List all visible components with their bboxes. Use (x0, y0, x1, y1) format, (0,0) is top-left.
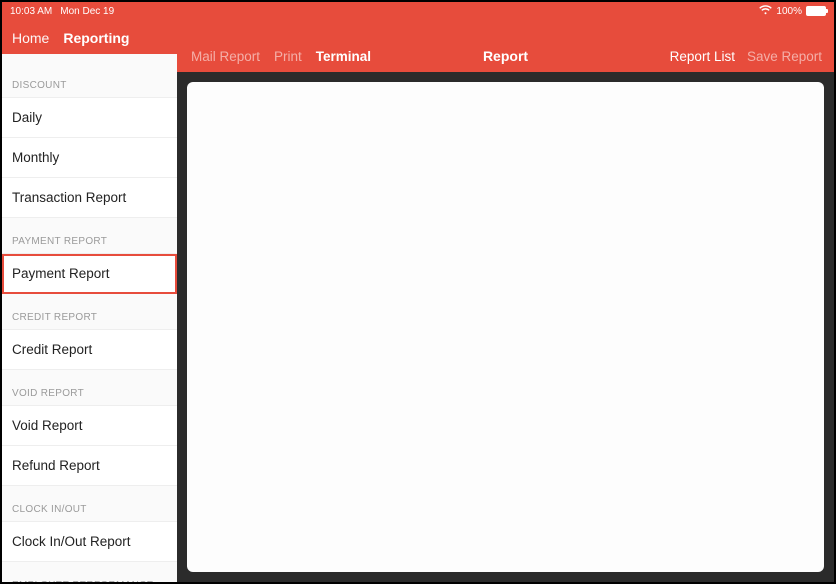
status-time: 10:03 AM (10, 6, 52, 17)
content-area (177, 72, 834, 582)
status-bar: 10:03 AM Mon Dec 19 (2, 2, 177, 20)
status-right: 100% (177, 2, 834, 20)
sidebar-item-clock-in-out-report[interactable]: Clock In/Out Report (2, 522, 177, 562)
section-header-discount: DISCOUNT (2, 54, 177, 98)
report-canvas (187, 82, 824, 572)
section-header-credit-report: CREDIT REPORT (2, 294, 177, 330)
device-frame: 10:03 AM Mon Dec 19 Home Reporting DISCO… (0, 0, 836, 584)
mail-report-button[interactable]: Mail Report (191, 49, 260, 64)
topbar-left: Mail Report Print Terminal (177, 49, 371, 64)
sidebar-item-credit-report[interactable]: Credit Report (2, 330, 177, 370)
main-area: 100% Mail Report Print Terminal Report R… (177, 2, 834, 582)
sidebar-item-refund-report[interactable]: Refund Report (2, 446, 177, 486)
nav-home[interactable]: Home (12, 30, 49, 46)
status-date: Mon Dec 19 (60, 6, 114, 17)
topbar-right: Report List Save Report (670, 49, 834, 64)
sidebar-item-payment-report[interactable]: Payment Report (2, 254, 177, 294)
section-header-clock-in-out: CLOCK IN/OUT (2, 486, 177, 522)
status-left: 10:03 AM Mon Dec 19 (2, 2, 177, 20)
sidebar-item-daily[interactable]: Daily (2, 98, 177, 138)
sidebar-body[interactable]: DISCOUNT Daily Monthly Transaction Repor… (2, 54, 177, 582)
nav-reporting[interactable]: Reporting (63, 30, 129, 46)
section-header-employee-performance: EMPLOYEE PERFORMANCE (2, 562, 177, 582)
report-list-button[interactable]: Report List (670, 49, 735, 64)
print-button[interactable]: Print (274, 49, 302, 64)
topbar: Mail Report Print Terminal Report Report… (177, 20, 834, 72)
terminal-button[interactable]: Terminal (316, 49, 371, 64)
sidebar: 10:03 AM Mon Dec 19 Home Reporting DISCO… (2, 2, 177, 582)
section-header-payment-report: PAYMENT REPORT (2, 218, 177, 254)
battery-percent: 100% (776, 6, 802, 17)
status-bar-right-wrap: 100% (177, 2, 834, 20)
wifi-icon (759, 5, 772, 18)
sidebar-item-monthly[interactable]: Monthly (2, 138, 177, 178)
battery-icon (806, 6, 826, 16)
section-header-void-report: VOID REPORT (2, 370, 177, 406)
sidebar-item-transaction-report[interactable]: Transaction Report (2, 178, 177, 218)
sidebar-item-void-report[interactable]: Void Report (2, 406, 177, 446)
save-report-button[interactable]: Save Report (747, 49, 822, 64)
